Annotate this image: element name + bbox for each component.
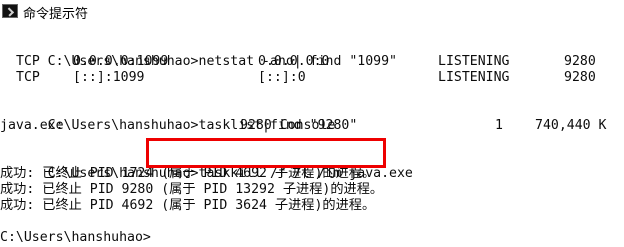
command-line-tasklist: C:\Users\hanshuhao>tasklist|find "9280": [0, 102, 358, 133]
memory-usage: 740,440 K: [535, 118, 607, 133]
connection-state: LISTENING: [438, 54, 510, 69]
local-address: 0.0.0.0:1099: [73, 54, 169, 69]
window-title: 命令提示符: [23, 7, 89, 22]
netstat-row: TCP 0.0.0.0:1099 0.0.0.0:0 LISTENING 928…: [0, 54, 624, 70]
command-prompt-window: 命令提示符 C:\Users\hanshuhao>netstat -ano| f…: [0, 0, 624, 247]
title-bar[interactable]: 命令提示符: [0, 0, 624, 24]
terminal-icon: [2, 4, 18, 18]
pid-session: 9280 Console: [240, 118, 336, 133]
protocol: TCP: [16, 70, 40, 85]
foreign-address: [::]:0: [258, 70, 306, 85]
foreign-address: 0.0.0.0:0: [258, 54, 330, 69]
process-id: 9280: [564, 70, 596, 85]
local-address: [::]:1099: [73, 70, 145, 85]
protocol: TCP: [16, 54, 40, 69]
netstat-row: TCP [::]:1099 [::]:0 LISTENING 9280: [0, 70, 624, 86]
tasklist-row: java.exe 9280 Console 1 740,440 K: [0, 118, 624, 134]
session-number: 1: [495, 118, 503, 133]
result-line: 成功: 已终止 PID 4692 (属于 PID 3624 子进程)的进程。: [0, 198, 376, 213]
process-id: 9280: [564, 54, 596, 69]
result-line: 成功: 已终止 PID 1724 (属于 PID 4692 子进程)的进程。: [0, 166, 376, 181]
console-output[interactable]: C:\Users\hanshuhao>netstat -ano| find "1…: [0, 24, 624, 247]
image-name: java.exe: [0, 118, 64, 133]
current-prompt[interactable]: C:\Users\hanshuhao>: [0, 230, 151, 246]
command-line-netstat: C:\Users\hanshuhao>netstat -ano| find "1…: [0, 38, 397, 69]
result-line: 成功: 已终止 PID 9280 (属于 PID 13292 子进程)的进程。: [0, 182, 384, 197]
connection-state: LISTENING: [438, 70, 510, 85]
highlight-annotation-box: [146, 138, 386, 168]
